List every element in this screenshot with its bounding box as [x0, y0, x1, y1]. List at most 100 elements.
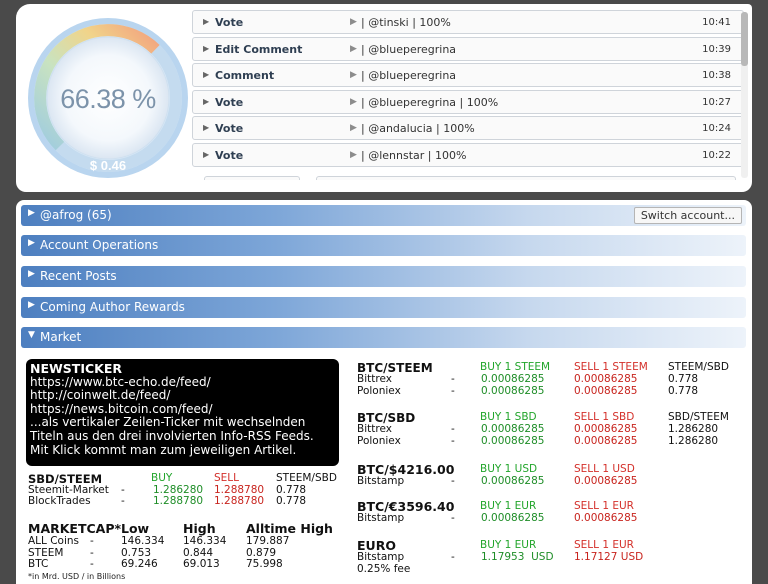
ratio-heading: SBD/STEEM: [668, 411, 729, 423]
sell-value: 0.00086285: [574, 373, 638, 385]
newsticker-line[interactable]: http://coinwelt.de/feed/: [30, 389, 335, 403]
activity-time: 10:24: [702, 123, 731, 135]
activity-type: Vote: [215, 95, 244, 109]
ratio-value: 1.286280: [668, 434, 719, 447]
exchange-name: Bitstamp: [357, 551, 405, 563]
newsticker-line[interactable]: https://news.bitcoin.com/feed/: [30, 402, 335, 417]
market-bar[interactable]: ▼ Market: [21, 327, 746, 348]
separator: -: [451, 512, 455, 524]
expand-icon: ▶: [203, 43, 210, 53]
sell-value: 0.00086285: [574, 384, 638, 397]
vote-value-sbd: $ 0.46: [89, 158, 127, 173]
separator: -: [451, 551, 455, 563]
activity-type: Vote: [215, 16, 244, 29]
activity-info: | @andalucia | 100%: [361, 122, 475, 136]
sell-heading: SELL 1 EUR: [574, 539, 634, 551]
sell-heading: SELL 1 SBD: [574, 411, 635, 423]
account-bar[interactable]: ▶ @afrog (65) Switch account...: [21, 205, 746, 226]
ratio-value: 1.286280: [668, 423, 719, 435]
coin-name: BTC: [28, 558, 49, 570]
sell-value: 0.00086285: [574, 512, 638, 524]
sell-value: 0.00086285: [574, 434, 638, 447]
section-label: Coming Author Rewards: [40, 300, 185, 314]
activity-row-partial: [316, 176, 736, 180]
activity-row[interactable]: ▶ Vote ▶ | @andalucia | 100% 10:24: [192, 116, 744, 141]
activity-row[interactable]: ▶ Vote ▶ | @blueperegrina | 100% 10:27: [192, 89, 744, 114]
ratio-value: 0.778: [668, 373, 699, 385]
activity-info: | @lennstar | 100%: [361, 148, 467, 162]
separator: -: [451, 373, 455, 385]
activity-info: | @blueperegrina | 100%: [361, 95, 499, 109]
low-heading: Low: [121, 521, 150, 536]
buy-value: 1.286280: [153, 483, 204, 496]
section-label: Recent Posts: [40, 269, 117, 283]
newsticker-line[interactable]: https://www.btc-echo.de/feed/: [30, 375, 335, 390]
play-icon: ▶: [350, 149, 357, 160]
marketcap-heading: MARKETCAP*: [28, 521, 122, 536]
activity-time: 10:38: [702, 70, 731, 82]
coin-name: STEEM: [28, 546, 64, 559]
expand-icon: ▶: [203, 149, 210, 159]
newsticker-line: ...als vertikaler Zeilen-Ticker mit wech…: [30, 415, 306, 430]
btc-sbd-table: BTC/SBD BUY 1 SBD SELL 1 SBD SBD/STEEM B…: [357, 411, 747, 447]
exchange-name: Steemit-Market: [28, 483, 109, 496]
sell-heading: SELL: [214, 472, 239, 484]
sell-value: 1.288780: [214, 495, 265, 507]
activity-type: Vote: [215, 148, 244, 162]
buy-value: 0.00086285: [481, 373, 545, 385]
exchange-name: Bitstamp: [357, 475, 405, 487]
activity-row[interactable]: ▶ Edit Comment ▶ | @blueperegrina 10:39: [192, 36, 744, 61]
high-value: 146.334: [183, 535, 227, 547]
expand-icon: ▶: [203, 70, 210, 80]
high-value: 69.013: [183, 558, 220, 570]
expand-icon: ▶: [28, 269, 35, 279]
account-name: @afrog (65): [40, 208, 112, 222]
ratio-value: 0.778: [668, 384, 699, 397]
activity-time: 10:27: [702, 96, 731, 108]
exchange-name: Poloniex: [357, 384, 401, 397]
buy-heading: BUY 1 EUR: [480, 539, 537, 551]
play-icon: ▶: [350, 70, 357, 81]
activity-type: Edit Comment: [215, 42, 303, 56]
expand-icon: ▶: [28, 238, 35, 248]
separator: -: [121, 483, 125, 496]
coin-name: ALL Coins: [28, 535, 80, 547]
high-value: 0.844: [183, 546, 214, 559]
expand-icon: ▶: [28, 300, 35, 310]
buy-value: 0.00086285: [481, 434, 545, 447]
buy-value: 0.00086285: [481, 384, 545, 397]
separator: -: [90, 535, 94, 547]
expand-icon: ▶: [203, 17, 210, 26]
switch-account-button[interactable]: Switch account...: [633, 207, 742, 224]
voting-power-gauge: 66.38 % $ 0.46: [26, 16, 190, 180]
ratio-heading: STEEM/SBD: [668, 361, 729, 373]
play-icon: ▶: [350, 43, 357, 54]
author-rewards-bar[interactable]: ▶ Coming Author Rewards: [21, 297, 746, 318]
activity-row[interactable]: ▶ Comment ▶ | @blueperegrina 10:38: [192, 63, 744, 88]
play-icon: ▶: [350, 17, 357, 27]
buy-value: 0.00086285: [481, 475, 545, 487]
exchange-name: BlockTrades: [28, 495, 91, 507]
activity-scrollbar-thumb[interactable]: [741, 12, 748, 66]
ratio-heading: STEEM/SBD: [276, 472, 337, 484]
buy-value: 1.17953 USD: [481, 551, 554, 563]
sbd-steem-table: SBD/STEEM BUY SELL STEEM/SBD Steemit-Mar…: [28, 472, 348, 507]
sell-value: 1.288780: [214, 483, 265, 496]
activity-row[interactable]: ▶ Vote ▶ | @tinski | 100% 10:41: [192, 10, 744, 34]
buy-value: 0.00086285: [481, 512, 545, 524]
section-label: Market: [40, 330, 82, 344]
main-panel: ▶ @afrog (65) Switch account... ▶ Accoun…: [16, 200, 752, 584]
activity-time: 10:22: [702, 149, 731, 161]
buy-value: 0.00086285: [481, 423, 545, 435]
ath-value: 179.887: [246, 535, 290, 547]
separator: -: [121, 495, 125, 507]
marketcap-footnote: *in Mrd. USD / in Billions: [28, 572, 126, 581]
separator: -: [451, 384, 455, 397]
account-operations-bar[interactable]: ▶ Account Operations: [21, 235, 746, 256]
activity-row[interactable]: ▶ Vote ▶ | @lennstar | 100% 10:22: [192, 142, 744, 167]
voting-power-panel: 66.38 % $ 0.46 ▶ Vote ▶ | @tinski | 100%…: [16, 4, 752, 192]
exchange-name: Bittrex: [357, 373, 392, 385]
ratio-value: 0.778: [276, 483, 307, 496]
newsticker[interactable]: NEWSTICKER https://www.btc-echo.de/feed/…: [26, 359, 339, 466]
recent-posts-bar[interactable]: ▶ Recent Posts: [21, 266, 746, 287]
